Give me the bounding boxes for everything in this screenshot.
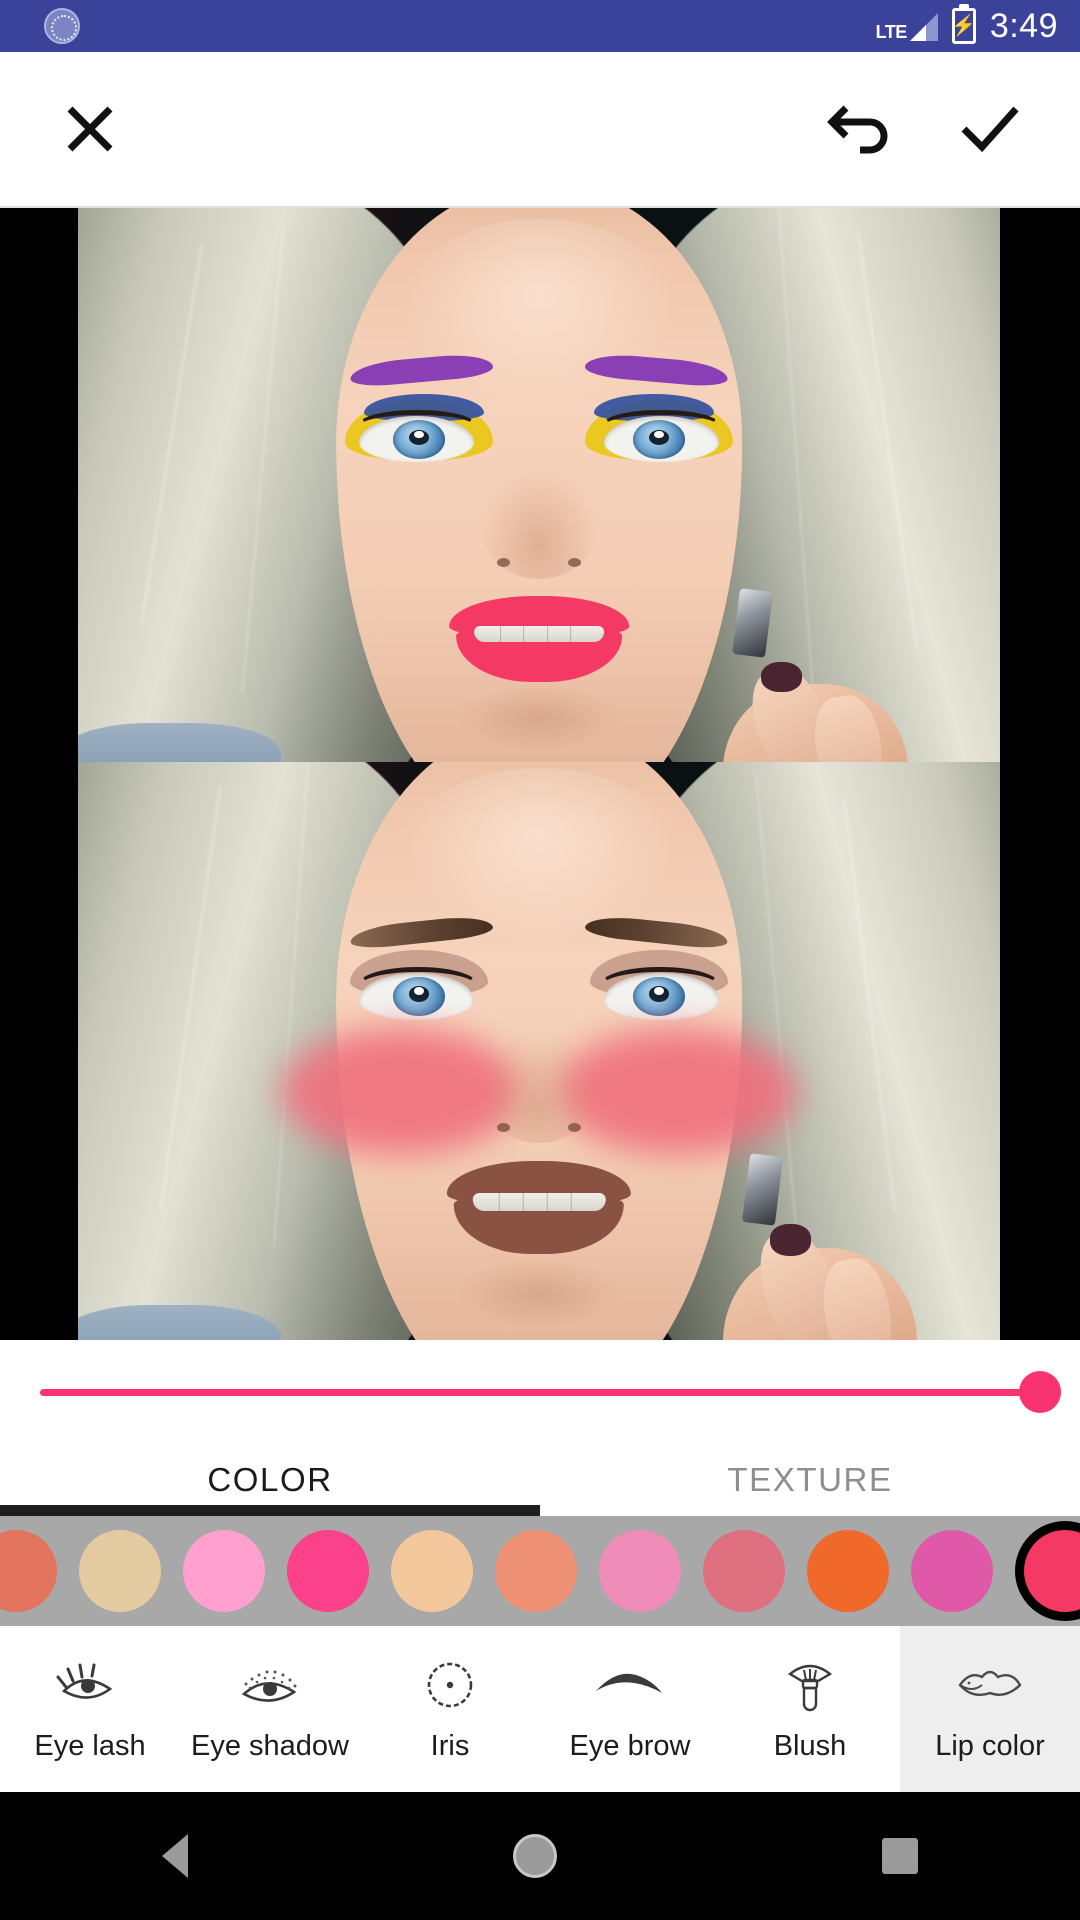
app-root: LTE ⚡ 3:49 COLOR TEXTURE Eye lash Eye sh… [0,0,1080,1920]
tab-active-indicator [0,1505,540,1516]
close-x-icon[interactable] [48,87,132,171]
nav-home-circle-icon[interactable] [512,1834,557,1878]
lips-icon [952,1656,1028,1714]
makeup-category-bar: Eye lash Eye shadow Iris Eye brow Blush … [0,1626,1080,1792]
blush-brush-icon [784,1656,836,1714]
signal-bars-icon: LTE [876,11,938,41]
tab-color[interactable]: COLOR [0,1444,540,1516]
slider-track-fill [40,1388,1040,1396]
color-swatch[interactable] [1024,1530,1080,1612]
undo-arrow-icon[interactable] [820,87,904,171]
app-badge-icon [44,8,80,44]
status-bar: LTE ⚡ 3:49 [0,0,1080,52]
color-swatch[interactable] [807,1530,889,1612]
android-navigation-bar [0,1792,1080,1920]
category-label: Eye shadow [191,1729,349,1762]
tab-texture-label: TEXTURE [727,1461,893,1498]
color-swatch[interactable] [703,1530,785,1612]
category-label: Eye brow [569,1729,691,1762]
eyebrow-icon [590,1656,670,1714]
tab-texture[interactable]: TEXTURE [540,1444,1080,1516]
category-eye-brow[interactable]: Eye brow [540,1626,720,1792]
category-blush[interactable]: Blush [720,1626,900,1792]
category-label: Eye lash [34,1729,146,1762]
battery-charging-icon: ⚡ [951,4,976,44]
network-label: LTE [875,22,908,42]
status-bar-left [44,8,80,44]
color-swatch-list[interactable] [0,1530,1080,1612]
mode-tabs: COLOR TEXTURE [0,1444,1080,1516]
checkmark-icon[interactable] [948,87,1032,171]
before-makeup-preview[interactable] [0,208,1080,762]
tab-color-label: COLOR [207,1461,333,1498]
nav-recents-square-icon[interactable] [881,1838,918,1874]
intensity-slider-row [0,1340,1080,1444]
category-lip-color[interactable]: Lip color [900,1626,1080,1792]
color-swatch[interactable] [911,1530,993,1612]
slider-thumb[interactable] [1019,1371,1061,1413]
eyeshadow-icon [232,1656,308,1714]
nav-back-triangle-icon[interactable] [162,1834,189,1878]
intensity-slider[interactable] [40,1370,1061,1414]
color-swatch-bar[interactable] [0,1516,1080,1626]
status-bar-clock: 3:49 [989,6,1058,45]
iris-icon [422,1656,478,1714]
status-bar-right: LTE ⚡ 3:49 [876,4,1058,46]
category-label: Lip color [935,1729,1045,1762]
color-swatch[interactable] [79,1530,161,1612]
color-swatch[interactable] [495,1530,577,1612]
after-makeup-preview[interactable] [0,762,1080,1340]
category-label: Iris [430,1729,470,1762]
lip-region [449,595,629,683]
photo-preview-area[interactable] [0,208,1080,1340]
category-eye-shadow[interactable]: Eye shadow [180,1626,360,1792]
category-eye-lash[interactable]: Eye lash [0,1626,180,1792]
color-swatch[interactable] [391,1530,473,1612]
lip-region [446,1160,632,1254]
category-label: Blush [773,1729,847,1762]
editor-toolbar [0,52,1080,208]
color-swatch[interactable] [183,1530,265,1612]
color-swatch[interactable] [287,1530,369,1612]
color-swatch[interactable] [0,1530,57,1612]
category-iris[interactable]: Iris [360,1626,540,1792]
color-swatch[interactable] [599,1530,681,1612]
eyelash-icon [54,1656,126,1714]
